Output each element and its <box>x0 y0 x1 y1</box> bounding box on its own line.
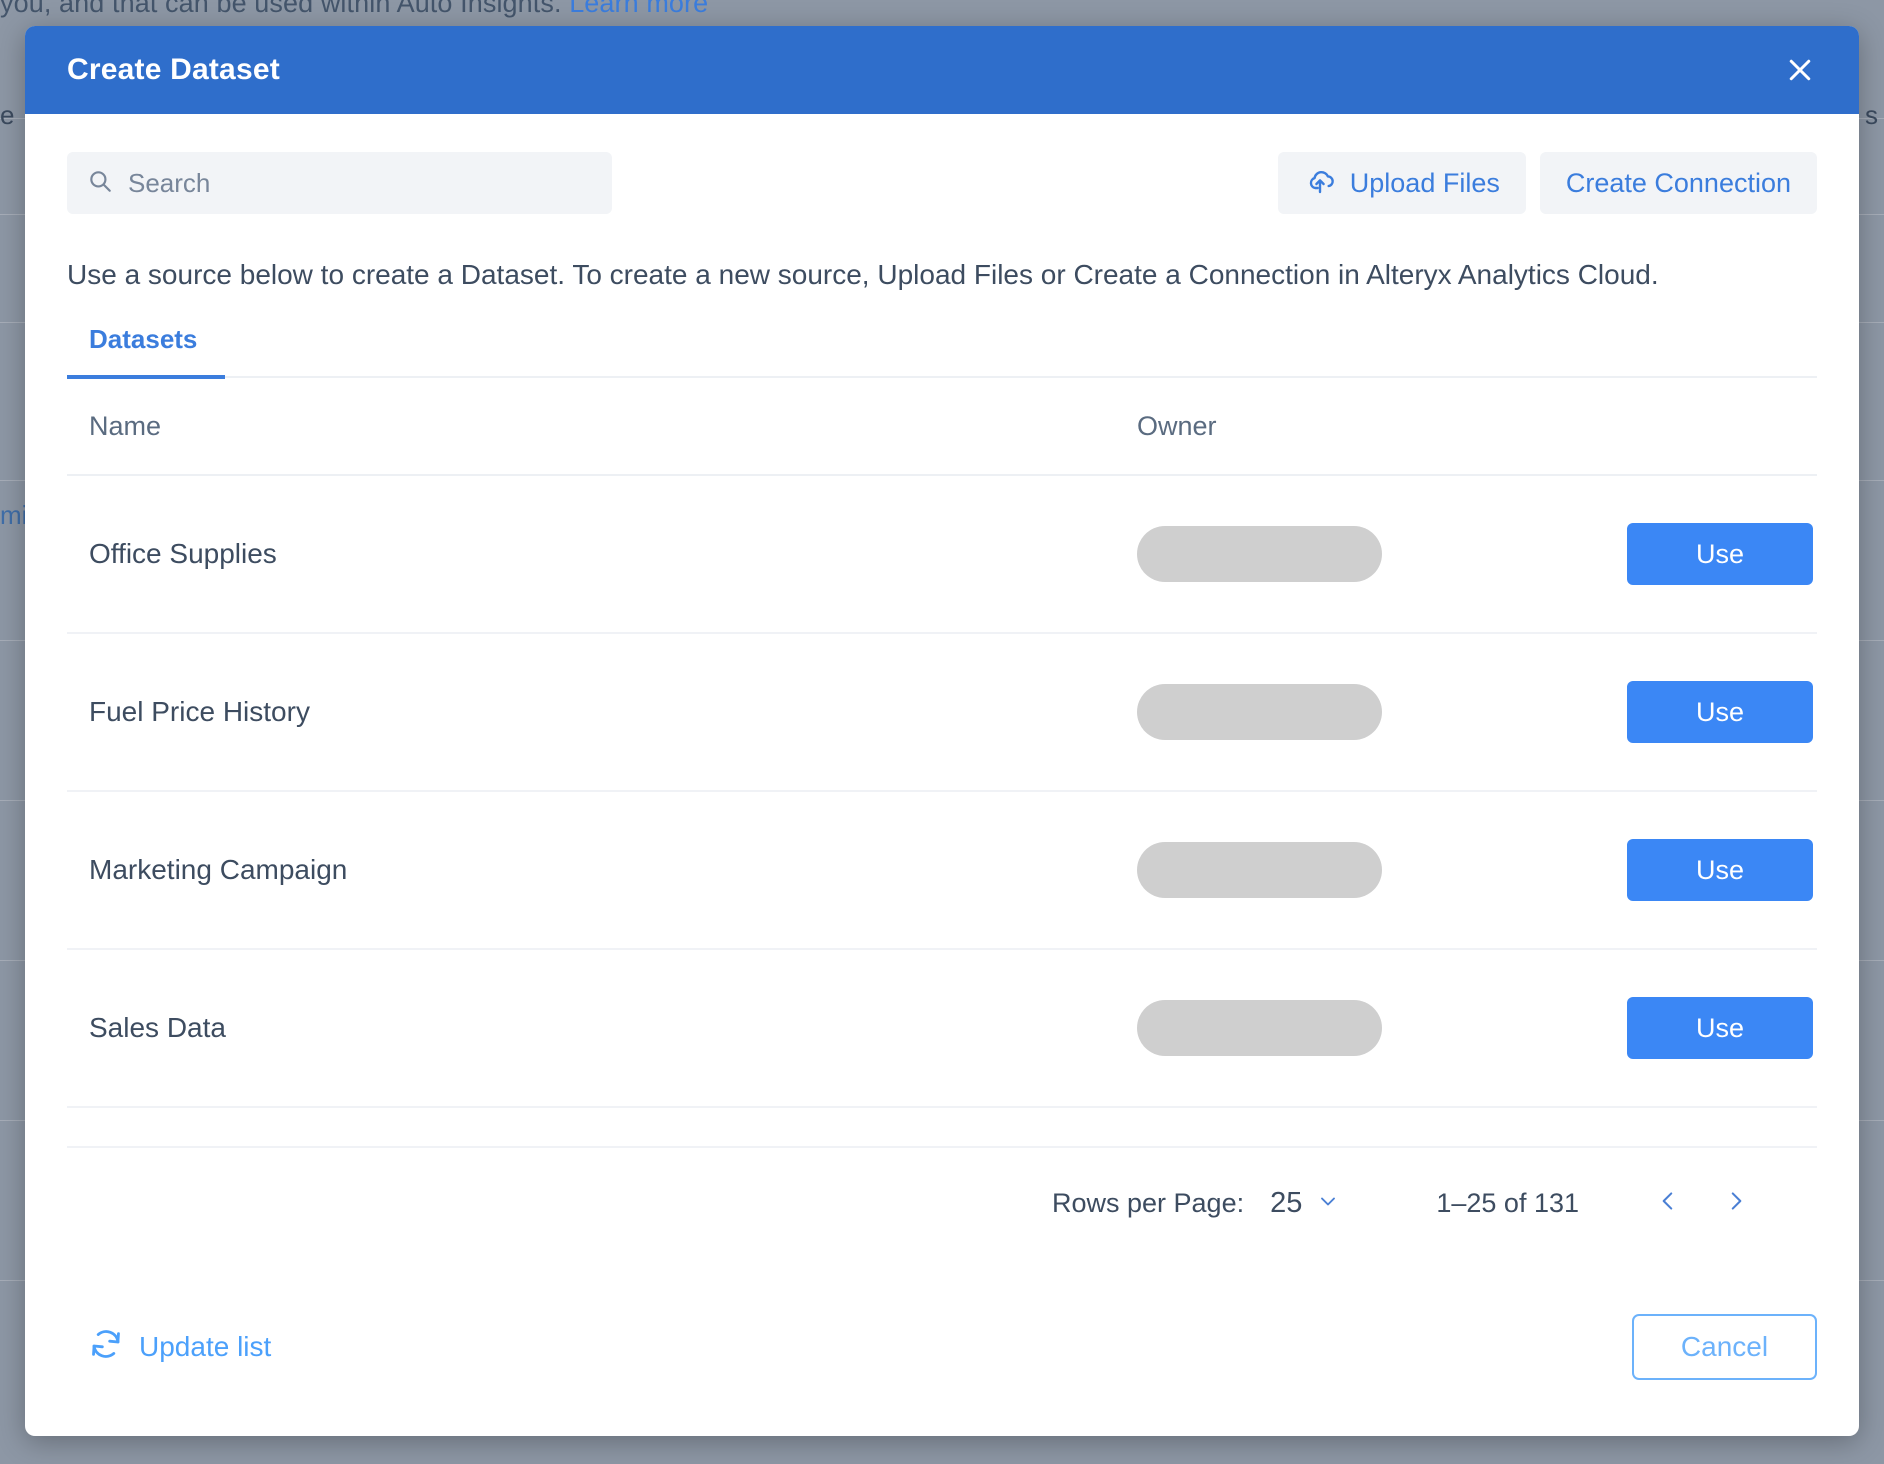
search-input-wrapper[interactable] <box>67 152 612 214</box>
table-row[interactable]: Marketing Campaign Use <box>67 792 1817 950</box>
column-header-owner: Owner <box>1137 411 1597 442</box>
previous-page-button[interactable] <box>1637 1172 1699 1234</box>
owner-redacted-pill <box>1137 1000 1382 1056</box>
close-icon[interactable] <box>1777 47 1823 93</box>
dataset-name: Sales Data <box>67 1012 1137 1044</box>
dataset-owner <box>1137 684 1597 740</box>
search-icon <box>87 168 113 199</box>
owner-redacted-pill <box>1137 684 1382 740</box>
update-list-button[interactable]: Update list <box>67 1327 271 1368</box>
dialog-tabs: Datasets <box>67 324 1817 378</box>
pagination-range-label: 1–25 of 131 <box>1436 1188 1579 1219</box>
update-list-label: Update list <box>139 1331 271 1363</box>
backdrop-left-fragment: e <box>0 100 14 131</box>
dataset-name: Fuel Price History <box>67 696 1137 728</box>
cancel-button[interactable]: Cancel <box>1632 1314 1817 1380</box>
owner-redacted-pill <box>1137 842 1382 898</box>
use-button[interactable]: Use <box>1627 839 1813 901</box>
use-button[interactable]: Use <box>1627 681 1813 743</box>
backdrop-right-fragment: s <box>1865 100 1878 131</box>
use-button[interactable]: Use <box>1627 523 1813 585</box>
dialog-title: Create Dataset <box>67 53 280 87</box>
create-dataset-dialog: Create Dataset <box>25 26 1859 1436</box>
dataset-owner <box>1137 842 1597 898</box>
column-header-name: Name <box>67 411 1137 442</box>
dialog-header: Create Dataset <box>25 26 1859 114</box>
dataset-owner <box>1137 1000 1597 1056</box>
use-button[interactable]: Use <box>1627 997 1813 1059</box>
backdrop-learn-more-link[interactable]: Learn more <box>569 0 708 18</box>
table-header-row: Name Owner <box>67 378 1817 476</box>
dataset-owner <box>1137 526 1597 582</box>
dataset-name: Office Supplies <box>67 538 1137 570</box>
backdrop-banner-text: you, and that can be used within Auto In… <box>0 0 708 19</box>
dataset-name: Marketing Campaign <box>67 854 1137 886</box>
pagination-bar: Rows per Page: 25 1–25 of 131 <box>67 1146 1817 1258</box>
dataset-action-cell: Use <box>1597 839 1817 901</box>
dialog-description: Use a source below to create a Dataset. … <box>67 254 1767 296</box>
dialog-body: Upload Files Create Connection Use a sou… <box>25 114 1859 1258</box>
backdrop-banner-label: you, and that can be used within Auto In… <box>0 0 562 18</box>
cloud-upload-icon <box>1304 164 1336 203</box>
next-page-button[interactable] <box>1705 1172 1767 1234</box>
create-connection-button[interactable]: Create Connection <box>1540 152 1817 214</box>
upload-files-label: Upload Files <box>1350 168 1500 199</box>
dataset-action-cell: Use <box>1597 997 1817 1059</box>
dialog-toolbar: Upload Files Create Connection <box>67 114 1817 214</box>
rows-per-page-label: Rows per Page: <box>1052 1188 1244 1219</box>
dataset-action-cell: Use <box>1597 523 1817 585</box>
chevron-down-icon <box>1316 1189 1340 1218</box>
owner-redacted-pill <box>1137 526 1382 582</box>
backdrop-left-fragment-2: mi <box>0 500 27 531</box>
chevron-right-icon <box>1723 1188 1749 1219</box>
chevron-left-icon <box>1655 1188 1681 1219</box>
dataset-list[interactable]: Office Supplies Use Fuel Price History U… <box>67 476 1817 1146</box>
table-row[interactable]: Sales Data Use <box>67 950 1817 1108</box>
tab-datasets-label: Datasets <box>89 324 197 354</box>
table-row[interactable]: Fuel Price History Use <box>67 634 1817 792</box>
create-connection-label: Create Connection <box>1566 168 1791 199</box>
tab-datasets[interactable]: Datasets <box>67 324 225 379</box>
upload-files-button[interactable]: Upload Files <box>1278 152 1526 214</box>
dataset-action-cell: Use <box>1597 681 1817 743</box>
refresh-icon <box>89 1327 123 1368</box>
table-row[interactable]: Office Supplies Use <box>67 476 1817 634</box>
search-input[interactable] <box>126 167 592 200</box>
dialog-footer: Update list Cancel <box>25 1258 1859 1436</box>
rows-per-page-value: 25 <box>1270 1187 1302 1220</box>
rows-per-page-select[interactable]: 25 <box>1270 1187 1340 1220</box>
